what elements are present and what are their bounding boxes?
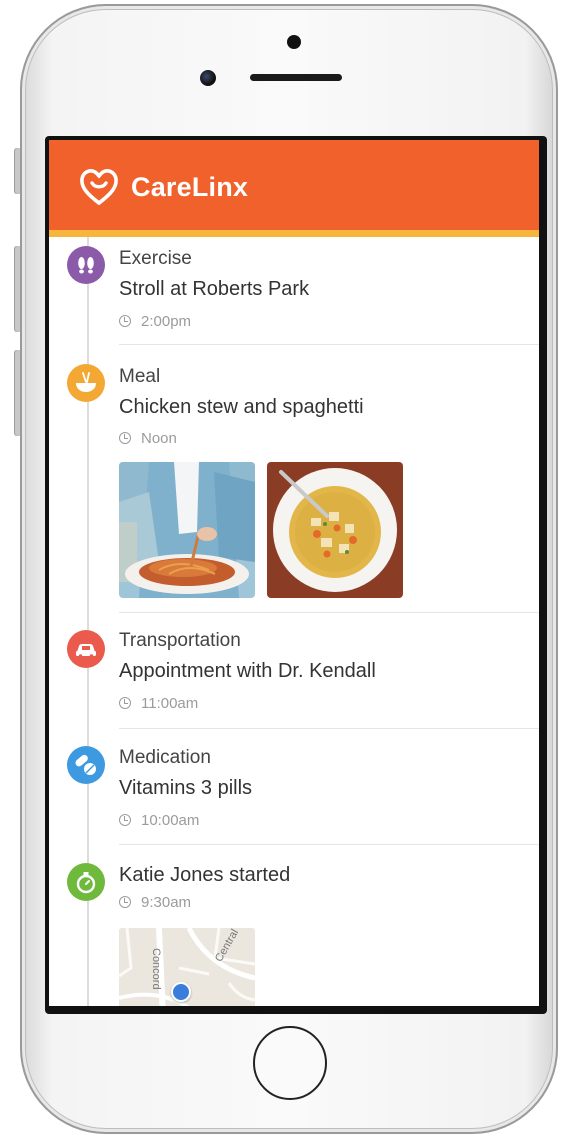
proximity-sensor bbox=[287, 35, 301, 49]
entry-time-text: Noon bbox=[141, 430, 177, 447]
clock-icon bbox=[119, 814, 131, 826]
header-accent-stripe bbox=[49, 230, 539, 237]
app-view: CareLinx Exercise Stroll at Roberts Park… bbox=[49, 140, 539, 1006]
stopwatch-icon bbox=[67, 863, 105, 901]
app-title: CareLinx bbox=[131, 172, 249, 202]
car-icon bbox=[67, 630, 105, 668]
divider bbox=[119, 612, 539, 613]
entry-time: 10:00am bbox=[119, 812, 199, 829]
earpiece-speaker bbox=[250, 74, 342, 81]
entry-time-text: 10:00am bbox=[141, 812, 200, 829]
home-button[interactable] bbox=[253, 1026, 327, 1100]
divider bbox=[119, 844, 539, 845]
entry-detail: Stroll at Roberts Park bbox=[119, 278, 310, 300]
entry-time-text: 11:00am bbox=[141, 695, 199, 712]
entry-time: 9:30am bbox=[119, 894, 191, 911]
entry-category: Katie Jones started bbox=[119, 864, 291, 886]
clock-icon bbox=[119, 896, 131, 908]
clock-icon bbox=[119, 432, 131, 444]
entry-time-text: 9:30am bbox=[141, 894, 192, 911]
entry-category: Meal bbox=[119, 366, 161, 387]
clock-icon bbox=[119, 697, 131, 709]
front-camera bbox=[200, 70, 216, 86]
entry-time-text: 2:00pm bbox=[141, 313, 192, 330]
entry-time: Noon bbox=[119, 430, 177, 447]
location-pin-icon bbox=[171, 982, 191, 1002]
heart-logo-icon bbox=[80, 169, 118, 206]
entry-detail: Appointment with Dr. Kendall bbox=[119, 660, 376, 682]
divider bbox=[119, 344, 539, 345]
bowl-icon bbox=[67, 364, 105, 402]
map-street-label: Concord bbox=[150, 948, 162, 990]
divider bbox=[119, 728, 539, 729]
spaghetti-photo[interactable] bbox=[119, 462, 255, 598]
entry-time: 11:00am bbox=[119, 695, 198, 712]
chicken-stew-photo[interactable] bbox=[267, 462, 403, 598]
location-map[interactable]: Concord Central bbox=[119, 928, 255, 1006]
entry-category: Medication bbox=[119, 747, 211, 768]
clock-icon bbox=[119, 315, 131, 327]
pills-icon bbox=[67, 746, 105, 784]
entry-category: Exercise bbox=[119, 248, 192, 269]
entry-time: 2:00pm bbox=[119, 313, 191, 330]
entry-category: Transportation bbox=[119, 630, 241, 651]
entry-detail: Vitamins 3 pills bbox=[119, 777, 253, 799]
entry-detail: Chicken stew and spaghetti bbox=[119, 396, 364, 418]
app-header: CareLinx bbox=[49, 140, 539, 230]
footprints-icon bbox=[67, 246, 105, 284]
phone-screen: CareLinx Exercise Stroll at Roberts Park… bbox=[45, 136, 547, 1014]
